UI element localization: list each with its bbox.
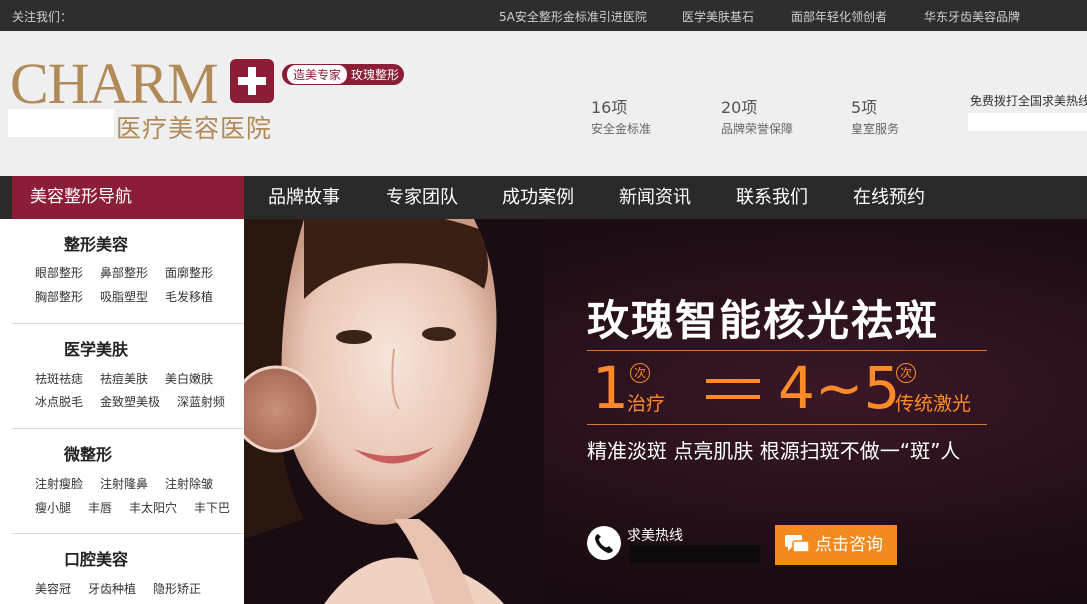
sub-item[interactable]: 眼部整形 — [35, 264, 83, 281]
sub-item[interactable]: 深蓝射频 — [177, 393, 225, 410]
sub-item[interactable]: 瘦小腿 — [35, 499, 71, 516]
medical-cross-icon — [230, 59, 274, 103]
nav-item-cases[interactable]: 成功案例 — [502, 176, 574, 219]
category-dental: 口腔美容 美容冠 牙齿种植 隐形矫正 — [12, 534, 244, 604]
sub-item[interactable]: 丰唇 — [88, 499, 112, 516]
sub-item[interactable]: 美白嫩肤 — [165, 370, 213, 387]
sub-item[interactable]: 金致塑美极 — [100, 393, 160, 410]
category-micro: 微整形 注射瘦脸 注射隆鼻 注射除皱 瘦小腿 丰唇 丰太阳穴 丰下巴 — [12, 429, 244, 534]
slogan-badge: 造美专家 玫瑰整形 — [282, 64, 405, 85]
banner-subtitle: 精准淡斑 点亮肌肤 根源扫斑不做一“斑”人 — [587, 439, 961, 463]
consult-button[interactable]: 点击咨询 — [775, 525, 897, 565]
divider-line — [587, 350, 987, 351]
top-link-safety[interactable]: 5A安全整形金标准引进医院 — [499, 8, 647, 25]
hero-banner[interactable]: 玫瑰智能核光祛斑 1 次 治疗 4~5 次 传统激光 精准淡斑 点亮肌肤 根源扫… — [244, 219, 1087, 604]
sub-item[interactable]: 吸脂塑型 — [100, 288, 148, 305]
hotline-redacted-area — [968, 113, 1087, 131]
sub-item[interactable]: 美容冠 — [35, 580, 71, 597]
banner-title: 玫瑰智能核光祛斑 — [587, 296, 940, 345]
banner-right-text: 传统激光 — [895, 393, 972, 415]
logo-redacted-area — [8, 109, 114, 137]
category-plastic: 整形美容 眼部整形 鼻部整形 面廓整形 胸部整形 吸脂塑型 毛发移植 — [12, 219, 244, 324]
category-title[interactable]: 微整形 — [64, 441, 112, 465]
banner-left-circle: 次 — [630, 363, 650, 383]
sub-item[interactable]: 注射瘦脸 — [35, 475, 83, 492]
nav-title[interactable]: 美容整形导航 — [12, 176, 244, 219]
equals-sign-bottom — [706, 395, 760, 399]
sub-item[interactable]: 注射除皱 — [165, 475, 213, 492]
category-title[interactable]: 医学美肤 — [64, 336, 128, 360]
category-title[interactable]: 口腔美容 — [64, 546, 128, 570]
stat-safety: 16项 安全金标准 — [591, 94, 651, 137]
chat-icon — [785, 535, 809, 553]
sub-item[interactable]: 牙齿种植 — [88, 580, 136, 597]
category-sidebar: 整形美容 眼部整形 鼻部整形 面廓整形 胸部整形 吸脂塑型 毛发移植 医学美肤 … — [12, 219, 244, 604]
sub-item[interactable]: 隐形矫正 — [153, 580, 201, 597]
stat-label: 品牌荣誉保障 — [721, 122, 794, 136]
consult-button-label: 点击咨询 — [815, 535, 883, 555]
header-hotline-label: 免费拨打全国求美热线 — [970, 94, 1087, 108]
stat-service: 5项 皇室服务 — [851, 94, 899, 137]
sub-item[interactable]: 注射隆鼻 — [100, 475, 148, 492]
sub-item[interactable]: 面廓整形 — [165, 264, 213, 281]
equals-sign-top — [706, 379, 760, 383]
nav-item-experts[interactable]: 专家团队 — [386, 176, 458, 219]
top-bar: 关注我们： 5A安全整形金标准引进医院 医学美肤基石 面部年轻化领创者 华东牙齿… — [0, 0, 1087, 31]
stat-label: 安全金标准 — [591, 122, 652, 136]
banner-right-number: 4~5 — [778, 354, 901, 422]
stat-number: 20项 — [721, 98, 758, 117]
badge-left: 造美专家 — [287, 65, 348, 84]
banner-left-number: 1 — [592, 354, 629, 422]
main-nav: 美容整形导航 品牌故事 专家团队 成功案例 新闻资讯 联系我们 在线预约 — [0, 176, 1087, 219]
follow-us-label: 关注我们： — [12, 10, 73, 24]
sub-item[interactable]: 丰太阳穴 — [129, 499, 177, 516]
banner-hotline-label: 求美热线 — [627, 528, 683, 544]
stat-number: 5项 — [851, 98, 878, 117]
banner-left-text: 治疗 — [627, 393, 666, 415]
stat-honor: 20项 品牌荣誉保障 — [721, 94, 793, 137]
banner-hotline-redacted — [630, 545, 760, 563]
nav-item-news[interactable]: 新闻资讯 — [619, 176, 691, 219]
sub-item[interactable]: 鼻部整形 — [100, 264, 148, 281]
nav-item-contact[interactable]: 联系我们 — [736, 176, 808, 219]
divider-line — [587, 424, 987, 425]
model-portrait-image — [244, 219, 544, 604]
sub-item[interactable]: 胸部整形 — [35, 288, 83, 305]
logo-text-en[interactable]: CHARM — [10, 53, 219, 115]
sub-item[interactable]: 丰下巴 — [194, 499, 230, 516]
sub-item[interactable]: 冰点脱毛 — [35, 393, 83, 410]
nav-item-booking[interactable]: 在线预约 — [853, 176, 925, 219]
sub-item[interactable]: 祛痘美肤 — [100, 370, 148, 387]
sub-item[interactable]: 毛发移植 — [165, 288, 213, 305]
banner-right-circle: 次 — [896, 363, 916, 383]
top-link-face[interactable]: 面部年轻化领创者 — [791, 8, 887, 25]
stat-label: 皇室服务 — [851, 122, 900, 136]
logo-text-cn: 医疗美容医院 — [116, 114, 273, 143]
header: CHARM 造美专家 玫瑰整形 医疗美容医院 16项 安全金标准 20项 品牌荣… — [0, 31, 1087, 176]
phone-icon — [587, 526, 621, 560]
nav-item-brand-story[interactable]: 品牌故事 — [268, 176, 340, 219]
sub-item[interactable]: 祛斑祛痣 — [35, 370, 83, 387]
top-link-skin[interactable]: 医学美肤基石 — [682, 8, 754, 25]
category-title[interactable]: 整形美容 — [64, 231, 128, 255]
stat-number: 16项 — [591, 98, 628, 117]
top-link-dental[interactable]: 华东牙齿美容品牌 — [924, 8, 1020, 25]
badge-right: 玫瑰整形 — [351, 68, 400, 82]
category-skin: 医学美肤 祛斑祛痣 祛痘美肤 美白嫩肤 冰点脱毛 金致塑美极 深蓝射频 — [12, 324, 244, 429]
